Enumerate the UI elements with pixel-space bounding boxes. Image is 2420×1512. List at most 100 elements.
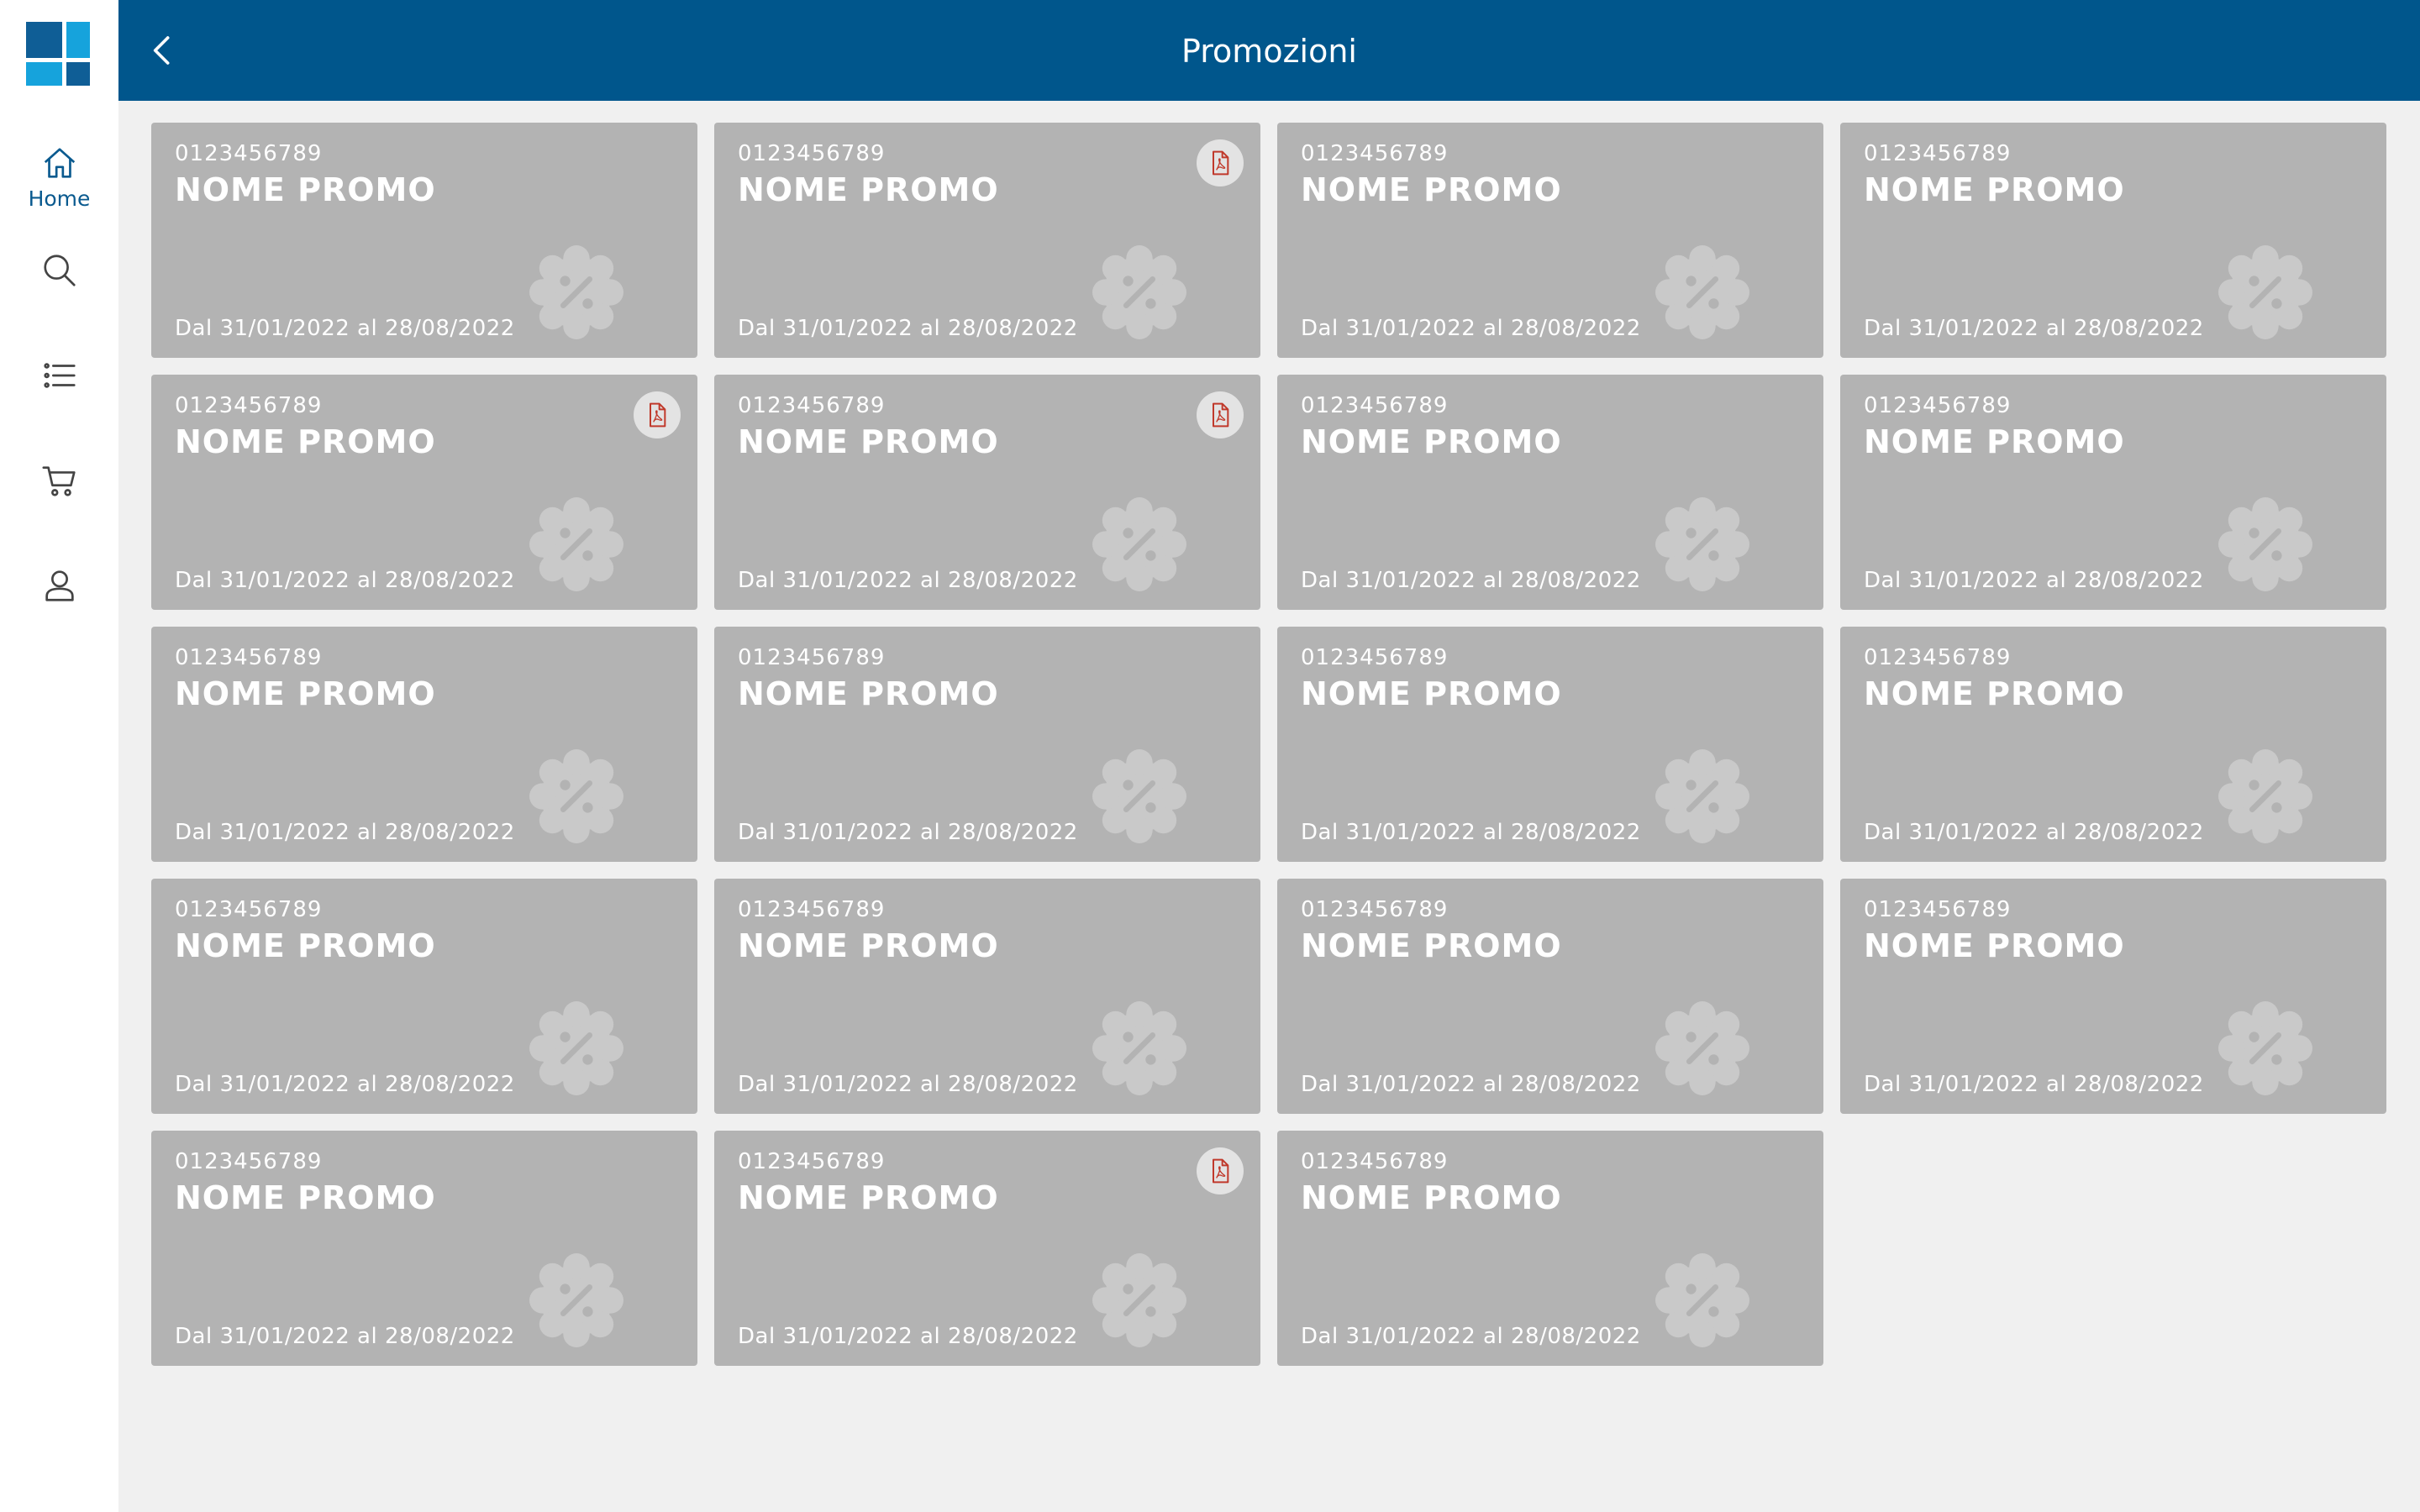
promo-period: Dal 31/01/2022 al 28/08/2022	[1301, 568, 1641, 593]
discount-badge-icon	[2218, 497, 2312, 591]
discount-badge-icon	[529, 1001, 623, 1095]
sidebar-item-cart[interactable]	[0, 434, 118, 527]
promo-card[interactable]: 0123456789 NOME PROMO Dal 31/01/2022 al …	[714, 123, 1260, 358]
discount-badge-icon	[1092, 245, 1186, 339]
promo-period: Dal 31/01/2022 al 28/08/2022	[175, 1072, 515, 1097]
discount-badge-icon	[2218, 749, 2312, 843]
discount-badge-icon	[529, 497, 623, 591]
promo-code: 0123456789	[175, 393, 323, 418]
discount-badge-icon	[529, 245, 623, 339]
promo-period: Dal 31/01/2022 al 28/08/2022	[1864, 316, 2204, 341]
promo-card[interactable]: 0123456789 NOME PROMO Dal 31/01/2022 al …	[151, 627, 697, 862]
discount-badge-icon	[529, 1253, 623, 1347]
discount-badge-icon	[1092, 497, 1186, 591]
promo-card[interactable]: 0123456789 NOME PROMO Dal 31/01/2022 al …	[1277, 123, 1823, 358]
promo-name: NOME PROMO	[1301, 927, 1562, 964]
pdf-icon	[650, 402, 666, 428]
promo-name: NOME PROMO	[1301, 675, 1562, 712]
promo-card[interactable]: 0123456789 NOME PROMO Dal 31/01/2022 al …	[714, 1131, 1260, 1366]
pdf-button[interactable]	[634, 391, 681, 438]
promo-code: 0123456789	[1301, 897, 1449, 922]
promo-code: 0123456789	[1301, 1149, 1449, 1174]
promo-name: NOME PROMO	[738, 675, 999, 712]
promo-period: Dal 31/01/2022 al 28/08/2022	[1301, 316, 1641, 341]
sidebar-item-profile[interactable]	[0, 539, 118, 632]
promo-code: 0123456789	[738, 141, 886, 166]
discount-badge-icon	[529, 749, 623, 843]
top-bar: Promozioni	[118, 0, 2420, 101]
promo-card[interactable]: 0123456789 NOME PROMO Dal 31/01/2022 al …	[1277, 879, 1823, 1114]
discount-badge-icon	[1655, 1253, 1749, 1347]
home-icon	[44, 147, 75, 178]
discount-badge-icon	[1655, 749, 1749, 843]
pdf-icon	[1213, 402, 1229, 428]
promo-name: NOME PROMO	[1301, 171, 1562, 208]
promo-card[interactable]: 0123456789 NOME PROMO Dal 31/01/2022 al …	[714, 627, 1260, 862]
promo-card[interactable]: 0123456789 NOME PROMO Dal 31/01/2022 al …	[714, 879, 1260, 1114]
promo-card[interactable]: 0123456789 NOME PROMO Dal 31/01/2022 al …	[1840, 879, 2386, 1114]
promo-card[interactable]: 0123456789 NOME PROMO Dal 31/01/2022 al …	[1840, 627, 2386, 862]
promo-name: NOME PROMO	[175, 1179, 436, 1216]
promo-code: 0123456789	[1864, 897, 2012, 922]
promo-name: NOME PROMO	[1864, 927, 2125, 964]
discount-badge-icon	[1655, 497, 1749, 591]
back-button[interactable]	[137, 25, 187, 76]
sidebar-item-search[interactable]	[0, 224, 118, 317]
sidebar-item-home[interactable]: Home	[0, 131, 118, 223]
discount-badge-icon	[1655, 245, 1749, 339]
pdf-button[interactable]	[1197, 391, 1244, 438]
promo-period: Dal 31/01/2022 al 28/08/2022	[1301, 820, 1641, 845]
promo-period: Dal 31/01/2022 al 28/08/2022	[738, 1072, 1078, 1097]
promo-card[interactable]: 0123456789 NOME PROMO Dal 31/01/2022 al …	[714, 375, 1260, 610]
promo-name: NOME PROMO	[738, 423, 999, 460]
pdf-button[interactable]	[1197, 139, 1244, 186]
user-icon	[45, 570, 74, 601]
promo-period: Dal 31/01/2022 al 28/08/2022	[1864, 568, 2204, 593]
promo-card[interactable]: 0123456789 NOME PROMO Dal 31/01/2022 al …	[1277, 627, 1823, 862]
promo-period: Dal 31/01/2022 al 28/08/2022	[175, 820, 515, 845]
promo-code: 0123456789	[1864, 141, 2012, 166]
promotions-grid: 0123456789 NOME PROMO Dal 31/01/2022 al …	[151, 123, 2386, 1366]
discount-badge-icon	[2218, 1001, 2312, 1095]
pdf-icon	[1213, 1158, 1229, 1184]
sidebar-item-list[interactable]	[0, 329, 118, 422]
list-icon	[43, 363, 76, 388]
promo-period: Dal 31/01/2022 al 28/08/2022	[175, 316, 515, 341]
promo-code: 0123456789	[1301, 645, 1449, 670]
promo-period: Dal 31/01/2022 al 28/08/2022	[1301, 1072, 1641, 1097]
promo-card[interactable]: 0123456789 NOME PROMO Dal 31/01/2022 al …	[1277, 375, 1823, 610]
chevron-left-icon	[153, 36, 170, 65]
page-title: Promozioni	[1181, 33, 1357, 70]
promo-code: 0123456789	[1864, 645, 2012, 670]
promo-name: NOME PROMO	[1864, 675, 2125, 712]
promo-period: Dal 31/01/2022 al 28/08/2022	[738, 316, 1078, 341]
promo-card[interactable]: 0123456789 NOME PROMO Dal 31/01/2022 al …	[1277, 1131, 1823, 1366]
promo-code: 0123456789	[738, 393, 886, 418]
promo-code: 0123456789	[175, 897, 323, 922]
promo-period: Dal 31/01/2022 al 28/08/2022	[738, 820, 1078, 845]
discount-badge-icon	[2218, 245, 2312, 339]
discount-badge-icon	[1655, 1001, 1749, 1095]
promo-period: Dal 31/01/2022 al 28/08/2022	[738, 568, 1078, 593]
promo-card[interactable]: 0123456789 NOME PROMO Dal 31/01/2022 al …	[1840, 123, 2386, 358]
promo-name: NOME PROMO	[738, 171, 999, 208]
discount-badge-icon	[1092, 1253, 1186, 1347]
promo-code: 0123456789	[738, 897, 886, 922]
promo-code: 0123456789	[175, 1149, 323, 1174]
promo-card[interactable]: 0123456789 NOME PROMO Dal 31/01/2022 al …	[151, 375, 697, 610]
promo-code: 0123456789	[738, 1149, 886, 1174]
promo-code: 0123456789	[175, 141, 323, 166]
promo-name: NOME PROMO	[175, 171, 436, 208]
promo-period: Dal 31/01/2022 al 28/08/2022	[738, 1324, 1078, 1349]
sidebar-item-label: Home	[28, 186, 91, 211]
promo-name: NOME PROMO	[1864, 423, 2125, 460]
promo-card[interactable]: 0123456789 NOME PROMO Dal 31/01/2022 al …	[151, 879, 697, 1114]
promo-card[interactable]: 0123456789 NOME PROMO Dal 31/01/2022 al …	[151, 123, 697, 358]
search-icon	[43, 255, 76, 286]
pdf-icon	[1213, 150, 1229, 176]
promo-card[interactable]: 0123456789 NOME PROMO Dal 31/01/2022 al …	[1840, 375, 2386, 610]
app-logo	[26, 22, 90, 86]
promo-card[interactable]: 0123456789 NOME PROMO Dal 31/01/2022 al …	[151, 1131, 697, 1366]
promo-period: Dal 31/01/2022 al 28/08/2022	[1864, 1072, 2204, 1097]
pdf-button[interactable]	[1197, 1147, 1244, 1194]
